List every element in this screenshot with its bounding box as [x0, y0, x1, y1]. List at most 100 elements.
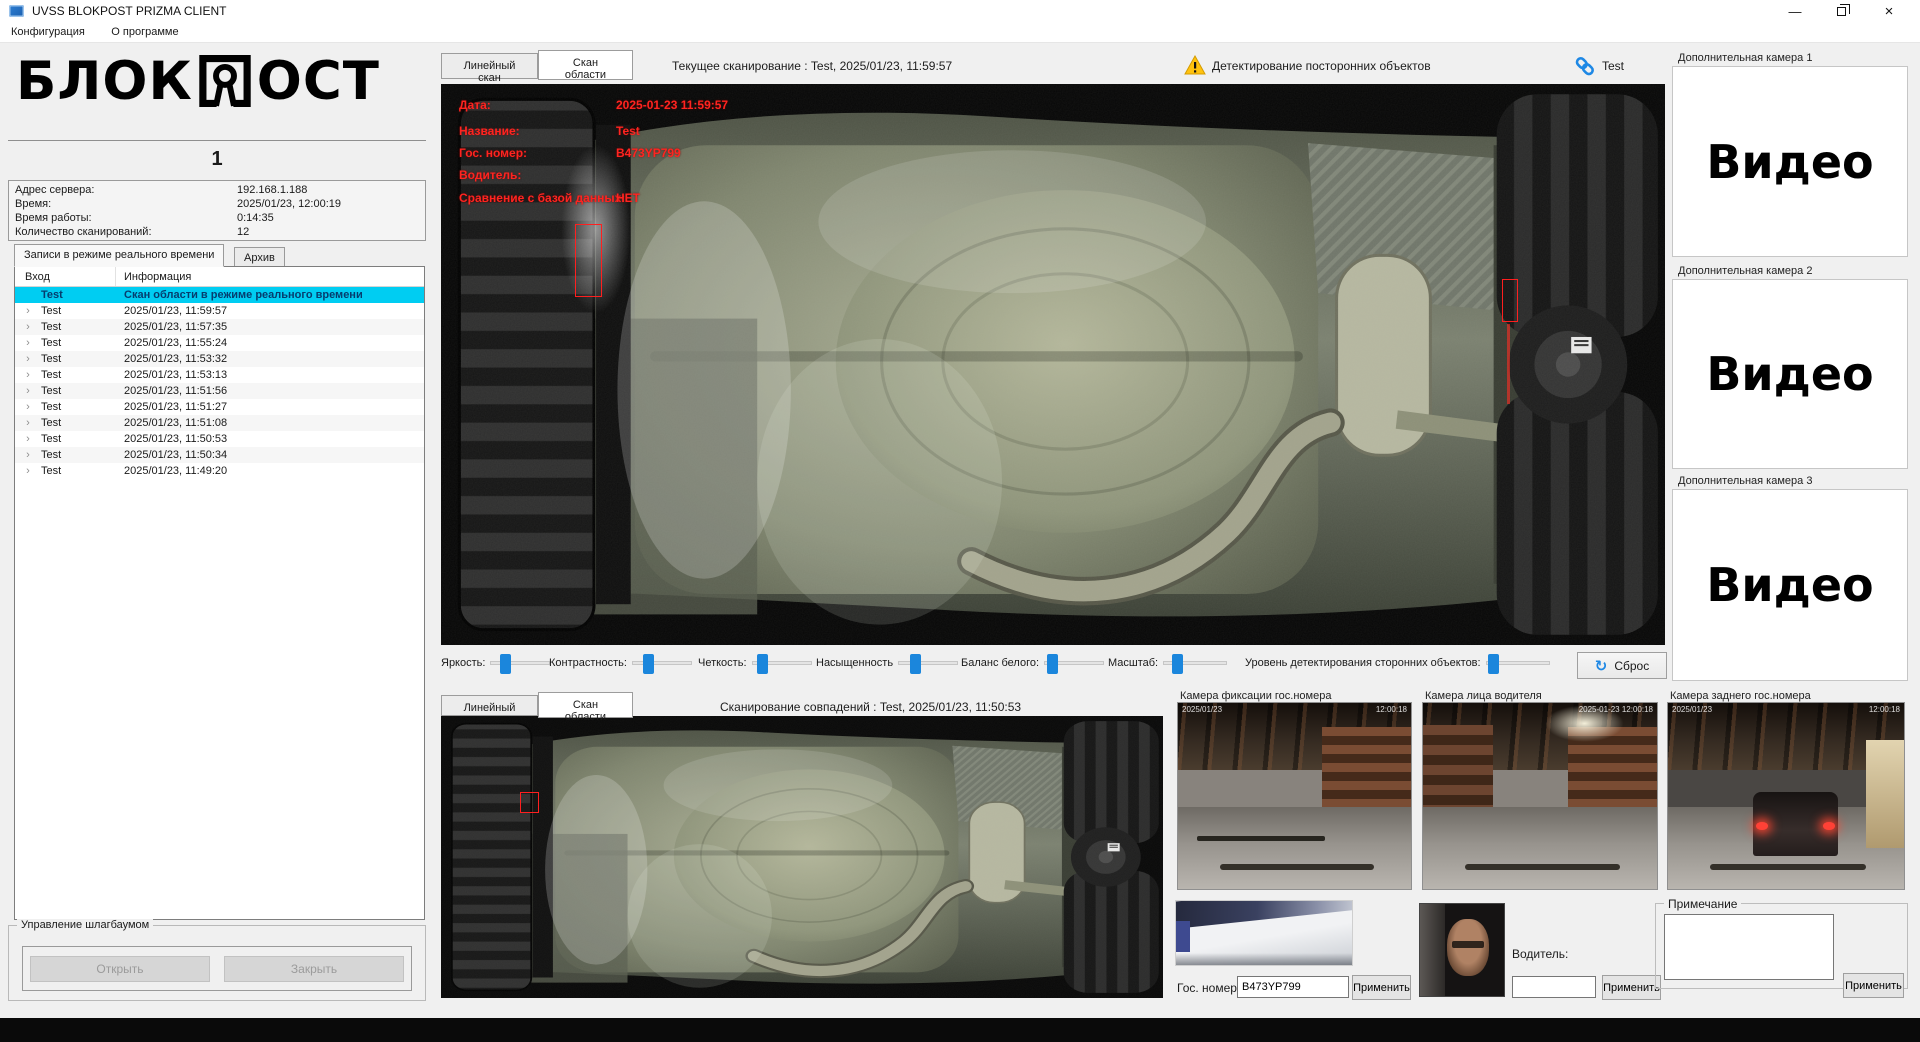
- slider-label: Масштаб:: [1108, 657, 1159, 669]
- tab-area-scan-bottom[interactable]: Скан области: [538, 692, 633, 723]
- sharpness-slider[interactable]: [751, 654, 812, 674]
- table-row[interactable]: › Test 2025/01/23, 11:51:27: [15, 399, 424, 415]
- chevron-right-icon[interactable]: ›: [15, 353, 41, 365]
- main-scan-view[interactable]: Дата: 2025-01-23 11:59:57 Название: Test Г…: [441, 84, 1665, 645]
- slider-handle[interactable]: [1171, 654, 1183, 674]
- window-title: UVSS BLOKPOST PRIZMA CLIENT: [32, 4, 227, 18]
- chevron-right-icon[interactable]: ›: [15, 433, 41, 445]
- link-icon[interactable]: [1574, 56, 1596, 76]
- overlay-label: Водитель:: [459, 168, 522, 182]
- chevron-right-icon[interactable]: ›: [15, 465, 41, 477]
- white-balance-slider[interactable]: [1044, 654, 1105, 674]
- barrier-buttons-panel: Открыть Закрыть: [22, 946, 412, 991]
- slider-handle[interactable]: [909, 654, 921, 674]
- info-value: 192.168.1.188: [237, 184, 308, 196]
- chevron-right-icon[interactable]: ›: [15, 337, 41, 349]
- reset-button[interactable]: ↻ Сброс: [1577, 652, 1667, 679]
- restore-icon: [1836, 3, 1850, 16]
- info-label: Количество сканирований:: [15, 226, 152, 238]
- bottom-bar: [0, 1018, 1920, 1042]
- overlay-label: Дата:: [459, 98, 491, 112]
- reset-button-label: Сброс: [1614, 658, 1650, 673]
- extra-camera-1-title: Дополнительная камера 1: [1678, 52, 1813, 64]
- chevron-right-icon[interactable]: ›: [15, 321, 41, 333]
- table-row[interactable]: › Test 2025/01/23, 11:49:20: [15, 463, 424, 479]
- table-row[interactable]: › Test 2025/01/23, 11:57:35: [15, 319, 424, 335]
- table-row[interactable]: › Test 2025/01/23, 11:59:57: [15, 303, 424, 319]
- table-row[interactable]: › Test 2025/01/23, 11:53:32: [15, 351, 424, 367]
- close-button[interactable]: ×: [1866, 0, 1912, 22]
- match-scan-view[interactable]: [441, 716, 1163, 998]
- plate-apply-button[interactable]: Применить: [1352, 975, 1411, 1000]
- chevron-right-icon[interactable]: ›: [15, 417, 41, 429]
- row-input: Test: [41, 305, 62, 317]
- detection-level-slider[interactable]: [1485, 654, 1550, 674]
- row-info: 2025/01/23, 11:49:20: [124, 465, 228, 477]
- table-row[interactable]: › Test 2025/01/23, 11:51:08: [15, 415, 424, 431]
- brightness-slider[interactable]: [490, 654, 551, 674]
- tab-linear-scan-bottom[interactable]: Линейный скан: [441, 695, 538, 726]
- current-scan-label: Текущее сканирование : Test, 2025/01/23,…: [672, 59, 953, 73]
- row-info: 2025/01/23, 11:55:24: [124, 337, 228, 349]
- chevron-right-icon[interactable]: ›: [15, 369, 41, 381]
- tab-realtime-records[interactable]: Записи в режиме реального времени: [14, 244, 225, 267]
- scale-slider[interactable]: [1163, 654, 1228, 674]
- note-apply-button[interactable]: Применить: [1843, 973, 1904, 998]
- video-placeholder: Видео: [1706, 134, 1874, 189]
- detection-marker: [1507, 324, 1510, 404]
- slider-handle[interactable]: [643, 654, 655, 674]
- menu-configuration[interactable]: Конфигурация: [0, 22, 96, 43]
- tab-archive[interactable]: Архив: [234, 247, 285, 267]
- row-input: Test: [41, 321, 62, 333]
- driver-apply-button[interactable]: Применить: [1602, 975, 1661, 1000]
- tab-area-scan-top[interactable]: Скан области: [538, 50, 633, 81]
- row-info: 2025/01/23, 11:57:35: [124, 321, 228, 333]
- chevron-right-icon[interactable]: ›: [15, 449, 41, 461]
- slider-handle[interactable]: [1046, 654, 1058, 674]
- table-row[interactable]: › Test 2025/01/23, 11:55:24: [15, 335, 424, 351]
- camera-photo: 2025-01-23 12:00:18: [1423, 703, 1657, 889]
- saturation-slider[interactable]: [898, 654, 959, 674]
- table-row[interactable]: › Test 2025/01/23, 11:51:56: [15, 383, 424, 399]
- link-connection-label[interactable]: Test: [1602, 59, 1624, 73]
- minimize-button[interactable]: —: [1772, 0, 1818, 22]
- driver-camera-title: Камера лица водителя: [1425, 690, 1542, 702]
- slider-handle[interactable]: [500, 654, 512, 674]
- row-info: 2025/01/23, 11:51:56: [124, 385, 228, 397]
- driver-name-input[interactable]: [1512, 976, 1596, 998]
- detection-box: [520, 792, 539, 813]
- divider: [8, 140, 426, 141]
- plate-number-label: Гос. номер:: [1177, 981, 1241, 995]
- column-header-info[interactable]: Информация: [116, 267, 424, 286]
- slider-handle[interactable]: [757, 654, 769, 674]
- barrier-open-button[interactable]: Открыть: [30, 955, 210, 982]
- table-row[interactable]: › Test 2025/01/23, 11:53:13: [15, 367, 424, 383]
- barrier-close-button[interactable]: Закрыть: [224, 955, 404, 982]
- contrast-slider[interactable]: [631, 654, 692, 674]
- reset-icon: ↻: [1594, 656, 1608, 675]
- chevron-right-icon[interactable]: ›: [15, 385, 41, 397]
- row-input: Test: [41, 385, 62, 397]
- extra-camera-2-view: Видео: [1672, 279, 1908, 469]
- table-row-selected[interactable]: Test Скан области в режиме реального вре…: [15, 287, 424, 303]
- row-input: Test: [41, 465, 62, 477]
- title-bar: UVSS BLOKPOST PRIZMA CLIENT — ×: [0, 0, 1920, 22]
- records-table: Вход Информация Test Скан области в режи…: [14, 266, 425, 920]
- video-placeholder: Видео: [1706, 558, 1874, 612]
- camera-photo: 2025/01/23 12:00:18: [1178, 703, 1411, 889]
- detection-box: [575, 224, 602, 297]
- menu-about[interactable]: О программе: [100, 22, 189, 43]
- tab-linear-scan-top[interactable]: Линейный скан: [441, 53, 538, 84]
- chevron-right-icon[interactable]: ›: [15, 401, 41, 413]
- slider-handle[interactable]: [1487, 654, 1499, 674]
- chevron-right-icon[interactable]: ›: [15, 305, 41, 317]
- column-header-input[interactable]: Вход: [15, 267, 116, 286]
- table-row[interactable]: › Test 2025/01/23, 11:50:34: [15, 447, 424, 463]
- note-textarea[interactable]: [1664, 914, 1834, 980]
- plate-front-camera-view: 2025/01/23 12:00:18: [1177, 702, 1412, 890]
- plate-number-input[interactable]: [1237, 976, 1349, 998]
- info-label: Адрес сервера:: [15, 184, 95, 196]
- plate-front-camera-title: Камера фиксации гос.номера: [1180, 690, 1332, 702]
- restore-button[interactable]: [1818, 0, 1864, 22]
- table-row[interactable]: › Test 2025/01/23, 11:50:53: [15, 431, 424, 447]
